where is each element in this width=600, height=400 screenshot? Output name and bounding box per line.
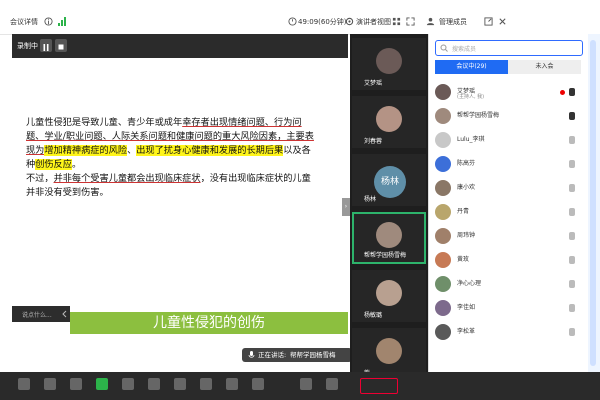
close-panel-icon[interactable] (498, 17, 507, 26)
apps-icon[interactable] (200, 378, 212, 390)
member-item[interactable]: 李松革 (435, 322, 581, 344)
member-item[interactable]: 黄玫 (435, 250, 581, 272)
recording-dot-icon (560, 90, 565, 95)
member-item[interactable]: 周玮钟 (435, 226, 581, 248)
member-item[interactable]: 康小欢 (435, 178, 581, 200)
tab-not-joined[interactable]: 未入会 (508, 60, 581, 74)
avatar (435, 228, 451, 244)
avatar (435, 180, 451, 196)
member-item[interactable]: 李佳如 (435, 298, 581, 320)
member-tabs: 会议中(29) 未入会 (435, 60, 581, 74)
microphone-muted-icon[interactable] (569, 304, 575, 312)
avatar (435, 300, 451, 316)
member-item[interactable]: 丹青 (435, 202, 581, 224)
avatar (376, 338, 402, 364)
meeting-details-button[interactable]: 会议详情 (10, 17, 38, 27)
more-icon[interactable] (252, 378, 264, 390)
signal-icon (58, 17, 66, 26)
video-tile[interactable]: 艾梦瑶 (352, 38, 426, 90)
microphone-muted-icon[interactable] (569, 232, 575, 240)
member-item[interactable]: 陈高芬 (435, 154, 581, 176)
avatar (435, 204, 451, 220)
video-tile-active[interactable]: 帮帮学园杨雪梅 (352, 212, 426, 264)
slide-banner-title: 儿童性侵犯的创伤 (70, 312, 348, 334)
app-window: 会议详情 49:09(60分钟) 演讲者视图 管理成员 录制中 儿童性侵犯是导致… (0, 0, 600, 400)
active-speaker-indicator: 正在讲话: 帮帮学园杨雪梅 (242, 348, 352, 362)
avatar (435, 84, 451, 100)
recording-bar: 录制中 (12, 34, 348, 58)
pause-icon (43, 44, 49, 51)
members-icon[interactable] (122, 378, 134, 390)
microphone-icon (248, 351, 255, 358)
timer-icon (288, 17, 297, 26)
video-tile[interactable]: 杨敏璐 (352, 270, 426, 322)
slide-paragraph-2: 不过，并非每个受害儿童都会出现临床症状，没有出现临床症状的儿童并非没有受到伤害。 (26, 173, 311, 198)
meeting-timer: 49:09(60分钟) (298, 18, 347, 26)
member-item[interactable]: 艾梦瑶 (主持人, 我) (435, 82, 581, 104)
microphone-muted-icon[interactable] (569, 280, 575, 288)
microphone-muted-icon[interactable] (569, 160, 575, 168)
view-mode-button[interactable]: 演讲者视图 (356, 17, 391, 27)
avatar (435, 108, 451, 124)
speaker-bar: 正在讲话: 帮帮学园杨雪梅 (12, 338, 352, 372)
fullscreen-icon[interactable] (406, 17, 415, 26)
video-tile[interactable]: 杨林 杨林 (352, 154, 426, 206)
stop-icon (58, 44, 64, 50)
tab-in-meeting[interactable]: 会议中(29) (435, 60, 508, 74)
avatar (376, 48, 402, 74)
share-screen-icon[interactable] (70, 378, 82, 390)
search-icon (440, 44, 448, 52)
microphone-muted-icon[interactable] (569, 208, 575, 216)
stop-recording-button[interactable] (55, 39, 67, 52)
member-panel: 搜索成员 会议中(29) 未入会 艾梦瑶 (主持人, 我) 帮帮学园杨雪梅 Lu… (428, 34, 589, 372)
record-icon[interactable] (174, 378, 186, 390)
grid-icon[interactable] (392, 17, 401, 26)
member-list-scrollbar[interactable] (588, 34, 600, 372)
scrollbar-thumb[interactable] (590, 40, 596, 366)
collapse-video-button[interactable]: › (342, 198, 350, 216)
avatar (435, 276, 451, 292)
layout-icon[interactable] (326, 378, 338, 390)
member-search-input[interactable]: 搜索成员 (435, 40, 583, 56)
chevron-left-icon (62, 310, 67, 318)
microphone-muted-icon[interactable] (569, 136, 575, 144)
settings-icon[interactable] (345, 17, 354, 26)
manage-members-button[interactable]: 管理成员 (439, 17, 467, 27)
avatar (376, 106, 402, 132)
mute-mic-icon[interactable] (18, 378, 30, 390)
chat-input-tab[interactable]: 说点什么... (12, 306, 70, 322)
slide-paragraph-1: 儿童性侵犯是导致儿童、青少年或成年幸存者出现情绪问题、行为问题、学业/职业问题、… (26, 117, 314, 170)
manage-members-icon[interactable] (426, 17, 435, 26)
microphone-icon[interactable] (569, 112, 575, 120)
avatar (376, 222, 402, 248)
end-meeting-button[interactable] (360, 378, 398, 394)
slide-text: 儿童性侵犯是导致儿童、青少年或成年幸存者出现情绪问题、行为问题、学业/职业问题、… (26, 116, 316, 200)
chat-icon[interactable] (148, 378, 160, 390)
member-item[interactable]: 净心心理 (435, 274, 581, 296)
top-bar: 会议详情 49:09(60分钟) 演讲者视图 管理成员 (0, 12, 600, 35)
microphone-icon[interactable] (569, 88, 575, 96)
avatar (435, 324, 451, 340)
settings-icon[interactable] (300, 378, 312, 390)
reactions-icon[interactable] (226, 378, 238, 390)
security-icon[interactable] (96, 378, 108, 390)
camera-icon[interactable] (44, 378, 56, 390)
video-tile[interactable]: 刘春蓉 (352, 96, 426, 148)
avatar (435, 156, 451, 172)
member-item[interactable]: Lulu_李琪 (435, 130, 581, 152)
info-icon[interactable] (44, 17, 53, 26)
microphone-muted-icon[interactable] (569, 256, 575, 264)
pause-recording-button[interactable] (40, 39, 52, 52)
avatar (376, 280, 402, 306)
microphone-muted-icon[interactable] (569, 328, 575, 336)
member-item[interactable]: 帮帮学园杨雪梅 (435, 106, 581, 128)
recording-label: 录制中 (17, 42, 38, 50)
popout-icon[interactable] (484, 17, 493, 26)
bottom-toolbar (0, 372, 600, 400)
avatar: 杨林 (374, 166, 406, 198)
video-column: 艾梦瑶 刘春蓉 杨林 杨林 帮帮学园杨雪梅 杨敏璐 熊... (350, 34, 428, 380)
avatar (435, 252, 451, 268)
microphone-muted-icon[interactable] (569, 184, 575, 192)
avatar (435, 132, 451, 148)
